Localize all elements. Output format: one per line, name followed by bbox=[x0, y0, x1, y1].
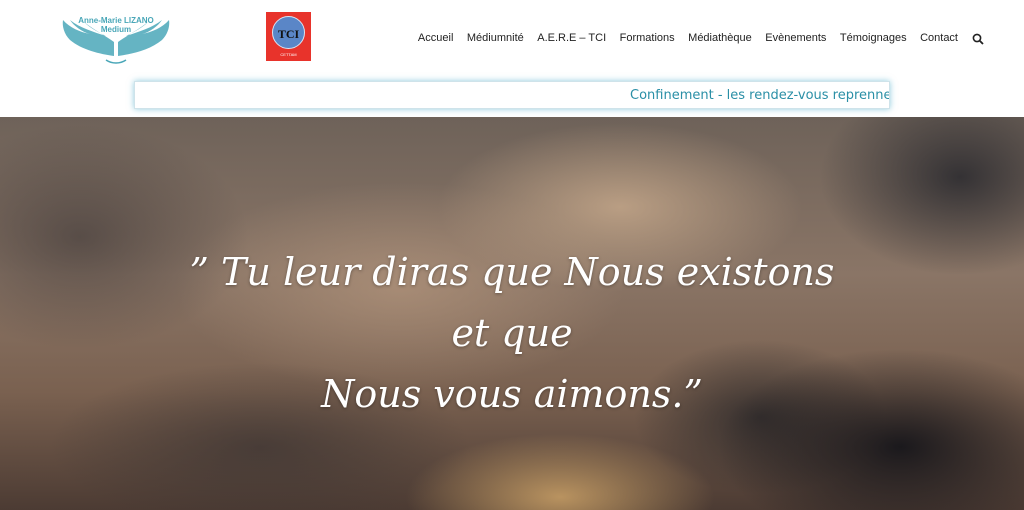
nav-item-accueil[interactable]: Accueil bbox=[418, 32, 453, 44]
nav-item-contact[interactable]: Contact bbox=[920, 32, 958, 44]
nav-item-temoignages[interactable]: Témoignages bbox=[840, 32, 907, 44]
tci-letters: TCI bbox=[277, 27, 300, 41]
main-nav: Accueil Médiumnité A.E.R.E – TCI Formati… bbox=[404, 32, 984, 45]
site-logo[interactable]: Anne-Marie LIZANO Medium bbox=[60, 10, 172, 66]
quote-line-3: Nous vous aimons.” bbox=[321, 372, 703, 416]
site-header: Anne-Marie LIZANO Medium TCI CETTAM Accu… bbox=[0, 0, 1024, 117]
tci-caption: CETTAM bbox=[280, 52, 297, 57]
nav-item-formations[interactable]: Formations bbox=[620, 32, 675, 44]
quote-line-2: et que bbox=[451, 311, 573, 355]
hero-quote: ” Tu leur diras que Nous existons et que… bbox=[0, 242, 1024, 425]
search-icon[interactable] bbox=[972, 32, 984, 45]
hero-banner: ” Tu leur diras que Nous existons et que… bbox=[0, 117, 1024, 510]
ticker-text[interactable]: Confinement - les rendez-vous reprennent… bbox=[630, 88, 889, 103]
tci-logo[interactable]: TCI CETTAM bbox=[266, 12, 311, 61]
nav-item-mediumnite[interactable]: Médiumnité bbox=[467, 32, 524, 44]
quote-line-1: ” Tu leur diras que Nous existons bbox=[189, 250, 835, 294]
logo-name: Anne-Marie LIZANO bbox=[78, 16, 154, 25]
nav-item-aere-tci[interactable]: A.E.R.E – TCI bbox=[537, 32, 606, 44]
news-ticker[interactable]: Confinement - les rendez-vous reprennent… bbox=[134, 81, 890, 109]
logo-subtitle: Medium bbox=[100, 25, 132, 34]
nav-item-mediatheque[interactable]: Médiathèque bbox=[688, 32, 752, 44]
nav-item-evenements[interactable]: Evènements bbox=[765, 32, 826, 44]
